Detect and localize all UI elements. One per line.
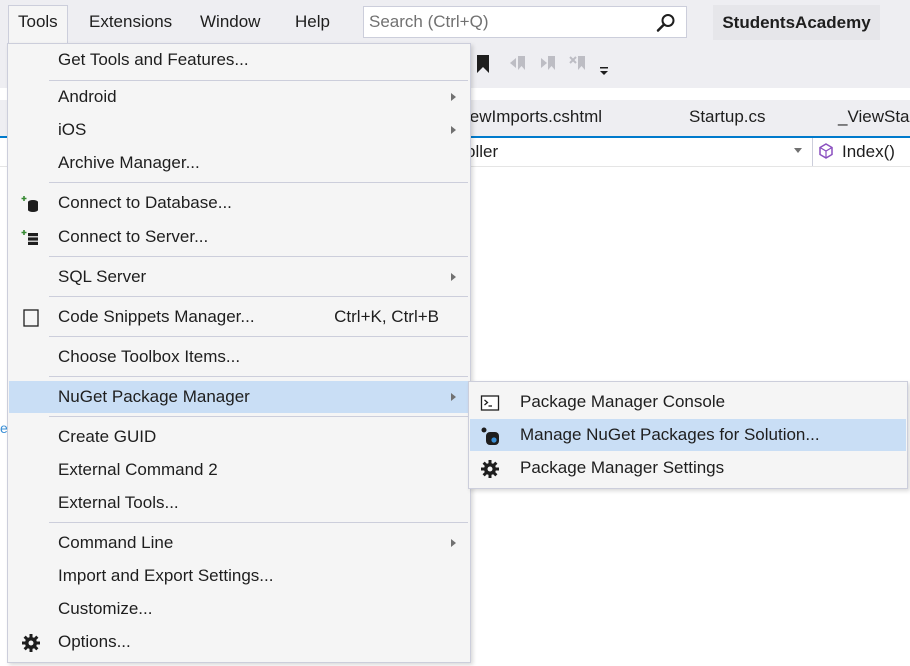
menu-item-nuget[interactable]: NuGet Package Manager (9, 381, 469, 413)
menu-item-package-manager-settings[interactable]: Package Manager Settings (470, 452, 906, 484)
bookmark-icon[interactable] (475, 54, 491, 79)
menu-item-choose-toolbox[interactable]: Choose Toolbox Items... (9, 341, 469, 373)
menu-item-connect-server[interactable]: Connect to Server... (9, 221, 469, 253)
menu-item-label: NuGet Package Manager (58, 387, 250, 406)
menu-item-archive-manager[interactable]: Archive Manager... (9, 147, 469, 179)
menu-item-manage-nuget-packages[interactable]: Manage NuGet Packages for Solution... (470, 419, 906, 451)
tab-viewimports[interactable]: iewImports.cshtml (466, 107, 602, 127)
search-box[interactable]: Search (Ctrl+Q) (363, 6, 687, 38)
clear-bookmarks-icon[interactable] (568, 54, 588, 79)
submenu-arrow-icon (451, 93, 456, 101)
menu-item-label: Package Manager Settings (520, 458, 725, 477)
menu-item-external-tools[interactable]: External Tools... (9, 487, 469, 519)
menu-separator (49, 522, 468, 523)
server-icon (21, 228, 41, 248)
menu-item-label: Package Manager Console (520, 392, 726, 411)
menu-separator (49, 256, 468, 257)
snippet-checkbox-icon (21, 308, 41, 328)
menu-window[interactable]: Window (191, 6, 269, 38)
type-selector-dropdown-icon[interactable] (794, 148, 802, 153)
nav-divider (812, 138, 813, 166)
submenu-arrow-icon (451, 126, 456, 134)
menu-item-label: Connect to Database... (58, 193, 232, 212)
tab-viewstart[interactable]: _ViewSta (838, 107, 910, 127)
menu-item-package-manager-console[interactable]: Package Manager Console (470, 386, 906, 418)
menu-bar: Tools Extensions Window Help Search (Ctr… (0, 0, 910, 44)
menu-item-label: Choose Toolbox Items... (58, 347, 241, 366)
menu-item-import-export[interactable]: Import and Export Settings... (9, 560, 469, 592)
menu-item-shortcut: Ctrl+K, Ctrl+B (334, 307, 439, 326)
nuget-submenu: Package Manager Console Manage NuGet Pac… (468, 381, 908, 489)
menu-separator (49, 336, 468, 337)
search-placeholder: Search (Ctrl+Q) (369, 12, 489, 31)
menu-separator (49, 296, 468, 297)
previous-bookmark-icon[interactable] (508, 54, 528, 79)
menu-item-sql-server[interactable]: SQL Server (9, 261, 469, 293)
menu-item-label: External Command 2 (58, 460, 218, 479)
menu-item-label: Code Snippets Manager... (58, 307, 255, 326)
menu-help[interactable]: Help (286, 6, 339, 38)
menu-item-label: SQL Server (58, 267, 147, 286)
menu-separator (49, 376, 468, 377)
submenu-arrow-icon (451, 393, 456, 401)
menu-item-label: Customize... (58, 599, 153, 618)
menu-item-label: Create GUID (58, 427, 157, 446)
menu-item-customize[interactable]: Customize... (9, 593, 469, 625)
tools-menu: Get Tools and Features... Android iOS Ar… (7, 43, 471, 663)
tab-startup[interactable]: Startup.cs (689, 107, 766, 127)
member-selector[interactable]: Index() (842, 141, 895, 163)
menu-item-label: Android (58, 87, 117, 106)
gear-icon (480, 459, 500, 479)
menu-item-create-guid[interactable]: Create GUID (9, 421, 469, 453)
submenu-arrow-icon (451, 539, 456, 547)
menu-item-ios[interactable]: iOS (9, 114, 469, 146)
submenu-arrow-icon (451, 273, 456, 281)
menu-item-label: Options... (58, 632, 131, 651)
menu-item-external-command[interactable]: External Command 2 (9, 454, 469, 486)
menu-separator (49, 182, 468, 183)
gear-icon (21, 633, 41, 653)
menu-item-label: External Tools... (58, 493, 179, 512)
nuget-package-icon (480, 426, 500, 446)
menu-item-label: Import and Export Settings... (58, 566, 274, 585)
database-icon (21, 194, 41, 214)
menu-extensions[interactable]: Extensions (80, 6, 181, 38)
menu-item-connect-database[interactable]: Connect to Database... (9, 187, 469, 219)
menu-item-label: Manage NuGet Packages for Solution... (520, 425, 820, 444)
menu-item-command-line[interactable]: Command Line (9, 527, 469, 559)
console-icon (480, 393, 500, 413)
search-icon[interactable] (656, 13, 676, 38)
menu-item-label: Archive Manager... (58, 153, 200, 172)
menu-item-get-tools[interactable]: Get Tools and Features... (9, 44, 469, 76)
next-bookmark-icon[interactable] (538, 54, 558, 79)
menu-item-label: Connect to Server... (58, 227, 209, 246)
menu-tools[interactable]: Tools (8, 5, 68, 44)
menu-item-label: Command Line (58, 533, 174, 552)
menu-item-options[interactable]: Options... (9, 626, 469, 658)
menu-item-label: iOS (58, 120, 87, 139)
method-cube-icon (818, 143, 834, 164)
project-name[interactable]: StudentsAcademy (713, 5, 880, 40)
menu-item-android[interactable]: Android (9, 81, 469, 113)
menu-item-label: Get Tools and Features... (58, 50, 249, 69)
menu-item-code-snippets[interactable]: Code Snippets Manager... Ctrl+K, Ctrl+B (9, 301, 469, 333)
toolbar-overflow-icon[interactable] (598, 64, 610, 82)
menu-separator (49, 416, 468, 417)
